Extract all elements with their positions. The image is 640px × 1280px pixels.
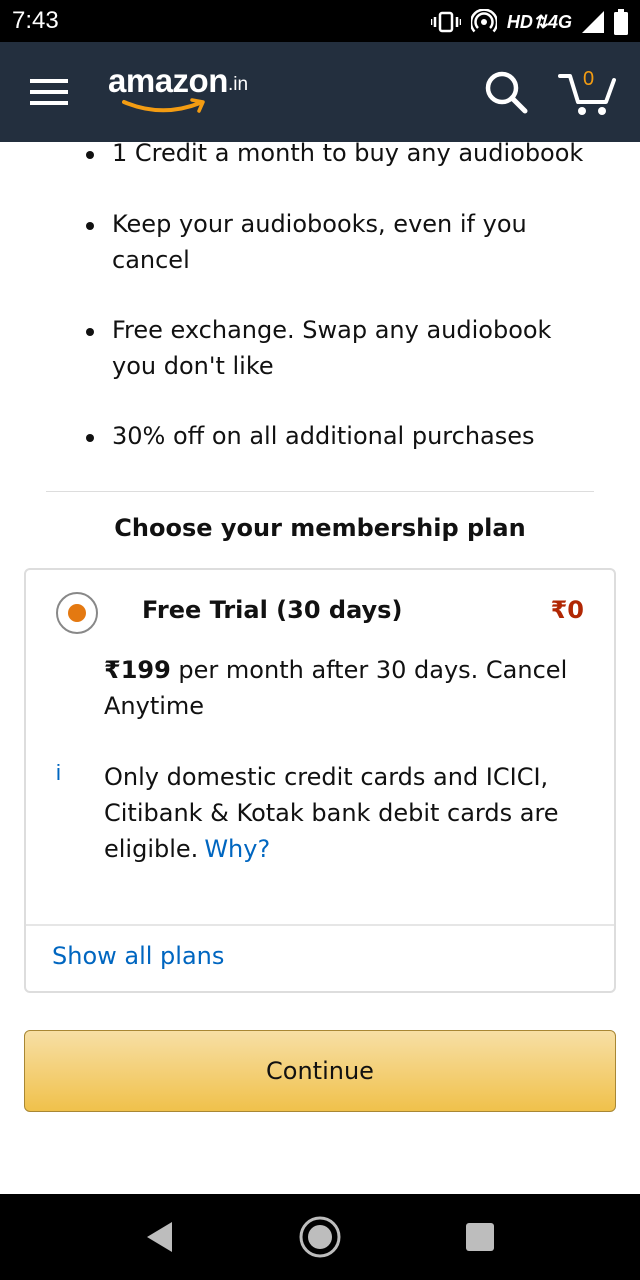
data-arrows-icon: ⇅ <box>532 11 548 32</box>
status-bar: 7:43 HD⇅4G <box>0 0 640 42</box>
back-icon[interactable] <box>144 1220 176 1254</box>
benefits-list: 1 Credit a month to buy any audiobook Ke… <box>0 142 640 472</box>
eligibility-note: Only domestic credit cards and ICICI, Ci… <box>104 763 559 863</box>
show-all-plans-link[interactable]: Show all plans <box>52 942 224 970</box>
why-link[interactable]: Why? <box>204 835 270 863</box>
home-icon[interactable] <box>298 1215 342 1259</box>
plan-price: ₹0 <box>550 596 584 624</box>
section-divider <box>46 491 594 492</box>
plan-note: Only domestic credit cards and ICICI, Ci… <box>104 759 584 867</box>
plan-description: ₹199 per month after 30 days. Cancel Any… <box>104 652 584 724</box>
plan-radio[interactable] <box>56 592 98 634</box>
status-network: HD⇅4G <box>507 12 572 33</box>
signal-label: 4G <box>547 11 572 32</box>
list-item: 30% off on all additional purchases <box>86 418 588 454</box>
logo-smile-icon <box>122 98 205 113</box>
cart-button[interactable]: 0 <box>556 66 618 118</box>
radio-selected-dot <box>68 604 86 622</box>
status-icons: HD⇅4G <box>430 8 628 36</box>
nav-bar <box>0 1194 640 1280</box>
renewal-text: per month after 30 days. Cancel Anytime <box>104 656 568 720</box>
app-header: amazon .in 0 <box>0 42 640 142</box>
search-icon[interactable] <box>482 68 530 116</box>
logo-text: amazon <box>108 62 228 99</box>
list-item: 1 Credit a month to buy any audiobook <box>86 142 588 171</box>
plan-name: Free Trial (30 days) <box>142 596 403 624</box>
list-item: Keep your audiobooks, even if you cancel <box>86 206 588 278</box>
cart-count: 0 <box>583 68 595 90</box>
vibrate-icon <box>430 11 461 33</box>
hd-label: HD <box>506 11 533 32</box>
status-time: 7:43 <box>12 7 59 34</box>
continue-button[interactable]: Continue <box>24 1030 616 1112</box>
list-item: Free exchange. Swap any audiobook you do… <box>86 312 588 384</box>
recents-icon[interactable] <box>466 1223 494 1251</box>
hamburger-menu-icon[interactable] <box>28 74 70 110</box>
renewal-price: ₹199 <box>104 656 171 684</box>
card-divider <box>26 924 614 926</box>
plans-heading: Choose your membership plan <box>114 514 526 542</box>
logo-suffix: .in <box>228 74 249 95</box>
amazon-logo[interactable]: amazon .in <box>108 62 278 118</box>
battery-icon <box>614 9 628 35</box>
hotspot-icon <box>470 9 497 33</box>
signal-icon <box>582 11 604 33</box>
info-icon: i <box>56 760 61 785</box>
plan-card-free-trial[interactable]: Free Trial (30 days) ₹0 ₹199 per month a… <box>24 568 616 993</box>
